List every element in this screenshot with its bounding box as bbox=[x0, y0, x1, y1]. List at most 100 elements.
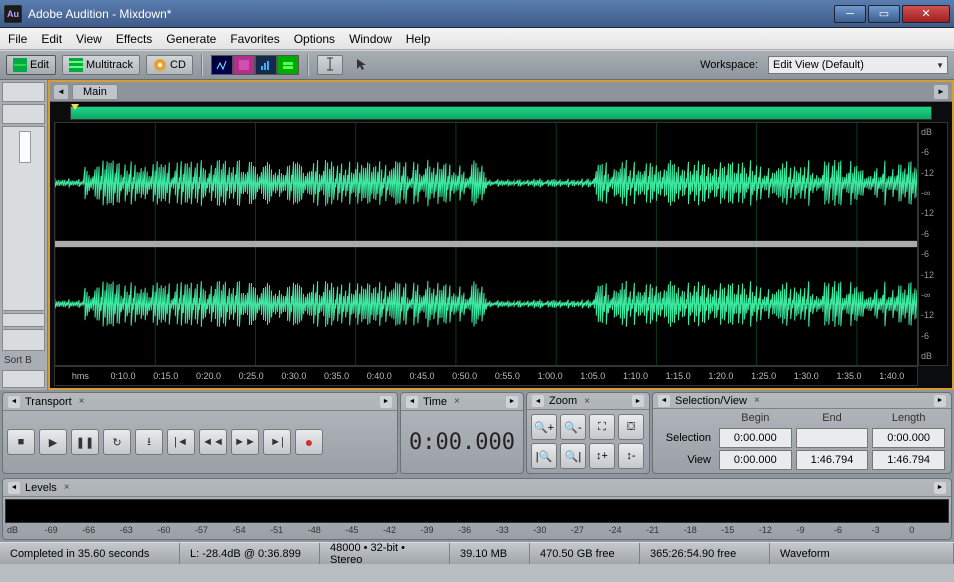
editor-tab-main[interactable]: Main bbox=[72, 84, 118, 100]
vertical-slider[interactable] bbox=[2, 126, 45, 311]
levels-ruler: dB-69-66-63-60-57-54-51-48-45-42-39-36-3… bbox=[3, 525, 951, 539]
time-panel: ◄Time×► 0:00.000 bbox=[400, 392, 524, 474]
workspace-value: Edit View (Default) bbox=[773, 59, 864, 71]
go-to-start-button[interactable]: |◄ bbox=[167, 429, 195, 455]
time-expand-button[interactable]: ► bbox=[506, 396, 518, 408]
panel-bottom-button[interactable] bbox=[2, 370, 45, 388]
transport-close-button[interactable]: × bbox=[79, 396, 85, 407]
time-close-button[interactable]: × bbox=[454, 396, 460, 407]
zoom-in-h-button[interactable]: 🔍+ bbox=[531, 414, 557, 440]
view-end-field[interactable]: 1:46.794 bbox=[796, 450, 869, 470]
workspace-label: Workspace: bbox=[700, 59, 758, 71]
zoom-in-left-button[interactable]: |🔍 bbox=[531, 443, 557, 469]
selview-label-view: View bbox=[659, 450, 715, 470]
play-to-end-button[interactable]: ⭳ bbox=[135, 429, 163, 455]
status-completed: Completed in 35.60 seconds bbox=[0, 543, 180, 564]
multitrack-mode-button[interactable]: Multitrack bbox=[62, 55, 140, 75]
menu-favorites[interactable]: Favorites bbox=[230, 32, 279, 46]
waveform-display[interactable] bbox=[54, 122, 918, 366]
selection-length-field[interactable]: 0:00.000 bbox=[872, 428, 945, 448]
pause-button[interactable]: ❚❚ bbox=[71, 429, 99, 455]
zoom-collapse-button[interactable]: ◄ bbox=[532, 395, 544, 407]
app-icon: Au bbox=[4, 5, 22, 23]
menu-help[interactable]: Help bbox=[406, 32, 431, 46]
cd-mode-label: CD bbox=[170, 59, 186, 71]
view-length-field[interactable]: 1:46.794 bbox=[872, 450, 945, 470]
levels-close-button[interactable]: × bbox=[64, 482, 70, 493]
menu-edit[interactable]: Edit bbox=[41, 32, 62, 46]
panel-arrow-up[interactable] bbox=[2, 313, 45, 327]
status-format: 48000 • 32-bit • Stereo bbox=[320, 543, 450, 564]
status-mode: Waveform bbox=[770, 543, 954, 564]
levels-expand-button[interactable]: ► bbox=[934, 482, 946, 494]
zoom-in-right-button[interactable]: 🔍| bbox=[560, 443, 586, 469]
cursor-icon bbox=[355, 57, 369, 74]
go-to-end-button[interactable]: ►| bbox=[263, 429, 291, 455]
minimize-button[interactable]: ─ bbox=[834, 5, 866, 23]
status-time-free: 365:26:54.90 free bbox=[640, 543, 770, 564]
zoom-expand-button[interactable]: ► bbox=[632, 395, 644, 407]
selview-header-begin: Begin bbox=[719, 412, 792, 426]
time-title: Time bbox=[423, 396, 447, 408]
spectral-pan-button[interactable] bbox=[255, 55, 277, 75]
status-size: 39.10 MB bbox=[450, 543, 530, 564]
cd-mode-button[interactable]: CD bbox=[146, 55, 193, 75]
overview-bar[interactable] bbox=[70, 106, 932, 120]
menu-options[interactable]: Options bbox=[294, 32, 335, 46]
selview-collapse-button[interactable]: ◄ bbox=[658, 395, 670, 407]
zoom-selection-button[interactable]: ⛋ bbox=[618, 414, 644, 440]
rewind-button[interactable]: ◄◄ bbox=[199, 429, 227, 455]
status-disk-free: 470.50 GB free bbox=[530, 543, 640, 564]
time-collapse-button[interactable]: ◄ bbox=[406, 396, 418, 408]
menu-view[interactable]: View bbox=[76, 32, 102, 46]
spectral-view-button[interactable] bbox=[211, 55, 233, 75]
time-tool-button[interactable] bbox=[317, 55, 343, 75]
spectral-phase-button[interactable] bbox=[277, 55, 299, 75]
record-button[interactable]: ● bbox=[295, 429, 323, 455]
menu-generate[interactable]: Generate bbox=[166, 32, 216, 46]
volume-icon-box[interactable] bbox=[2, 329, 45, 351]
menu-window[interactable]: Window bbox=[349, 32, 392, 46]
marquee-tool-button[interactable] bbox=[349, 55, 375, 75]
selview-header-end: End bbox=[796, 412, 869, 426]
zoom-in-v-button[interactable]: ↕+ bbox=[589, 443, 615, 469]
selection-end-field[interactable] bbox=[796, 428, 869, 448]
levels-collapse-button[interactable]: ◄ bbox=[8, 482, 20, 494]
selection-begin-field[interactable]: 0:00.000 bbox=[719, 428, 792, 448]
view-begin-field[interactable]: 0:00.000 bbox=[719, 450, 792, 470]
ibeam-icon bbox=[324, 57, 336, 74]
levels-meter[interactable] bbox=[5, 499, 949, 523]
panel-toggle-2[interactable] bbox=[2, 104, 45, 124]
levels-panel: ◄Levels×► dB-69-66-63-60-57-54-51-48-45-… bbox=[2, 478, 952, 540]
panel-toggle-1[interactable] bbox=[2, 82, 45, 102]
zoom-full-button[interactable]: ⛶ bbox=[589, 414, 615, 440]
zoom-title: Zoom bbox=[549, 395, 577, 407]
tab-next-button[interactable]: ► bbox=[934, 85, 948, 99]
view-buttons bbox=[211, 55, 299, 75]
transport-expand-button[interactable]: ► bbox=[380, 396, 392, 408]
transport-collapse-button[interactable]: ◄ bbox=[8, 396, 20, 408]
zoom-out-v-button[interactable]: ↕- bbox=[618, 443, 644, 469]
selview-close-button[interactable]: × bbox=[754, 395, 760, 406]
zoom-panel: ◄ Zoom × ► 🔍+ 🔍- ⛶ ⛋ |🔍 🔍| ↕+ ↕- bbox=[526, 392, 650, 474]
zoom-close-button[interactable]: × bbox=[584, 396, 590, 407]
selview-header-length: Length bbox=[872, 412, 945, 426]
menu-effects[interactable]: Effects bbox=[116, 32, 152, 46]
menu-file[interactable]: File bbox=[8, 32, 27, 46]
play-button[interactable]: ▶ bbox=[39, 429, 67, 455]
forward-button[interactable]: ►► bbox=[231, 429, 259, 455]
multitrack-icon bbox=[69, 58, 83, 72]
selview-expand-button[interactable]: ► bbox=[934, 395, 946, 407]
editor-tabbar: ◄ Main ► bbox=[50, 82, 952, 102]
play-loop-button[interactable]: ↻ bbox=[103, 429, 131, 455]
tab-prev-button[interactable]: ◄ bbox=[54, 85, 68, 99]
maximize-button[interactable]: ▭ bbox=[868, 5, 900, 23]
edit-mode-button[interactable]: Edit bbox=[6, 55, 56, 75]
zoom-out-h-button[interactable]: 🔍- bbox=[560, 414, 586, 440]
time-ruler[interactable]: hms0:10.00:15.00:20.00:25.00:30.00:35.00… bbox=[54, 366, 918, 386]
workspace-dropdown[interactable]: Edit View (Default) bbox=[768, 56, 948, 74]
stop-button[interactable]: ■ bbox=[7, 429, 35, 455]
close-button[interactable]: ✕ bbox=[902, 5, 950, 23]
status-level: L: -28.4dB @ 0:36.899 bbox=[180, 543, 320, 564]
spectral-freq-button[interactable] bbox=[233, 55, 255, 75]
